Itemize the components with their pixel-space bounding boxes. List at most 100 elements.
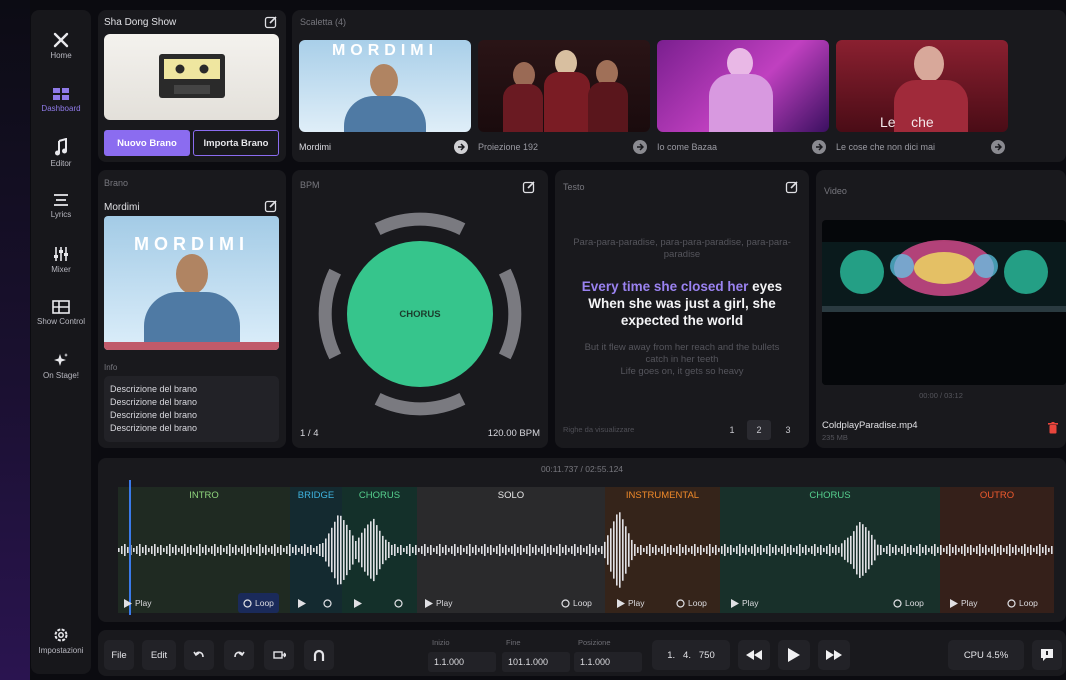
- end-field[interactable]: 101.1.000: [502, 652, 570, 672]
- loop-button[interactable]: Loop: [1007, 593, 1038, 613]
- waveform-bar: [538, 548, 540, 552]
- page-button[interactable]: 3: [779, 420, 797, 440]
- arrow-right-icon[interactable]: [454, 140, 468, 154]
- setlist-thumb-3[interactable]: [657, 40, 829, 132]
- tools-icon: [53, 32, 69, 48]
- crop-button[interactable]: [264, 640, 294, 670]
- waveform-bar: [967, 547, 969, 553]
- setlist-thumb-4[interactable]: Le che: [836, 40, 1008, 132]
- waveform-bar: [565, 545, 567, 555]
- waveform-bar: [361, 532, 363, 568]
- position-field[interactable]: 1.1.000: [574, 652, 642, 672]
- sidebar-item-lyrics[interactable]: Lyrics: [31, 193, 91, 219]
- edit-icon[interactable]: [785, 180, 799, 194]
- waveform-bar: [418, 548, 420, 552]
- play-button[interactable]: Play: [617, 593, 645, 613]
- waveform-bar: [157, 547, 159, 553]
- brano-section-label: Brano: [104, 178, 129, 188]
- redo-button[interactable]: [224, 640, 254, 670]
- edit-icon[interactable]: [264, 199, 278, 213]
- edit-menu-button[interactable]: Edit: [142, 640, 176, 670]
- waveform-bar: [634, 544, 636, 556]
- page-button[interactable]: 1: [723, 420, 741, 440]
- arrow-right-icon[interactable]: [991, 140, 1005, 154]
- cpu-indicator: CPU 4.5%: [948, 640, 1024, 670]
- waveform-bar: [328, 533, 330, 567]
- loop-label: Loop: [905, 598, 924, 608]
- undo-button[interactable]: [184, 640, 214, 670]
- waveform-bar: [925, 545, 927, 555]
- sidebar-item-label: Mixer: [51, 265, 71, 274]
- waveform-bar: [502, 547, 504, 553]
- waveform-bar: [331, 527, 333, 573]
- loop-button-active[interactable]: Loop: [238, 593, 279, 613]
- play-button[interactable]: [298, 593, 306, 613]
- play-button[interactable]: Play: [950, 593, 978, 613]
- loop-button[interactable]: [394, 593, 403, 613]
- waveform-bar: [655, 545, 657, 555]
- waveform-bar: [439, 544, 441, 556]
- sidebar-item-label: Lyrics: [50, 210, 72, 219]
- waveform-bar: [772, 547, 774, 553]
- sidebar-item-show-control[interactable]: Show Control: [31, 300, 91, 326]
- sidebar-item-home[interactable]: Home: [31, 32, 91, 60]
- loop-button[interactable]: [323, 593, 332, 613]
- sidebar-item-editor[interactable]: Editor: [31, 138, 91, 168]
- play-button[interactable]: Play: [124, 593, 152, 613]
- loop-button[interactable]: Loop: [676, 593, 707, 613]
- waveform-bar: [958, 548, 960, 552]
- rewind-button[interactable]: [738, 640, 770, 670]
- waveform-bar: [382, 535, 384, 565]
- fast-forward-button[interactable]: [818, 640, 850, 670]
- waveform-bar: [622, 519, 624, 581]
- edit-icon[interactable]: [264, 15, 278, 29]
- sidebar-item-mixer[interactable]: Mixer: [31, 246, 91, 274]
- sidebar-item-on-stage[interactable]: On Stage!: [31, 352, 91, 380]
- sparkle-icon: [54, 353, 68, 366]
- setlist-caption: Proiezione 192: [478, 142, 539, 152]
- sidebar-item-dashboard[interactable]: Dashboard: [31, 87, 91, 113]
- play-pause-button[interactable]: [778, 640, 810, 670]
- waveform-bar: [898, 548, 900, 552]
- trash-icon[interactable]: [1048, 422, 1058, 434]
- waveform-bar: [319, 544, 321, 556]
- waveform-bar: [259, 544, 261, 556]
- waveform-bar: [1003, 548, 1005, 552]
- waveform-bar: [907, 547, 909, 553]
- play-button[interactable]: Play: [731, 593, 759, 613]
- file-menu-button[interactable]: File: [104, 640, 134, 670]
- waveform-bar: [616, 514, 618, 586]
- loop-button[interactable]: Loop: [561, 593, 592, 613]
- waveform-bar: [253, 548, 255, 552]
- loop-label: Loop: [1019, 598, 1038, 608]
- import-song-button[interactable]: Importa Brano: [193, 130, 279, 156]
- chat-button[interactable]: [1032, 640, 1062, 670]
- magnet-button[interactable]: [304, 640, 334, 670]
- new-song-button[interactable]: Nuovo Brano: [104, 130, 190, 156]
- play-button[interactable]: [354, 593, 362, 613]
- play-button[interactable]: Play: [425, 593, 453, 613]
- setlist-thumb-1[interactable]: MORDIMI: [299, 40, 471, 132]
- arrow-right-icon[interactable]: [812, 140, 826, 154]
- page-button-active[interactable]: 2: [747, 420, 771, 440]
- setlist-thumb-2[interactable]: [478, 40, 650, 132]
- start-field[interactable]: 1.1.000: [428, 652, 496, 672]
- setlist-title: Scaletta (4): [300, 17, 347, 27]
- video-preview[interactable]: [822, 220, 1066, 385]
- tempo-value: 120.00 BPM: [487, 428, 540, 439]
- waveform-bar: [232, 547, 234, 553]
- waveform-bar: [124, 544, 126, 556]
- waveform-bar: [583, 548, 585, 552]
- waveform-bar: [736, 546, 738, 554]
- section-label: BRIDGE: [297, 490, 335, 501]
- waveform-bar: [859, 522, 861, 578]
- arrow-right-icon[interactable]: [633, 140, 647, 154]
- waveform-bar: [607, 535, 609, 565]
- sidebar-item-settings[interactable]: Impostazioni: [31, 627, 91, 655]
- waveform-bar: [877, 544, 879, 556]
- video-filesize: 235 MB: [822, 433, 848, 442]
- waveform-bar: [160, 545, 162, 555]
- loop-button[interactable]: Loop: [893, 593, 924, 613]
- edit-icon[interactable]: [522, 180, 536, 194]
- sidebar-item-label: Dashboard: [41, 104, 81, 113]
